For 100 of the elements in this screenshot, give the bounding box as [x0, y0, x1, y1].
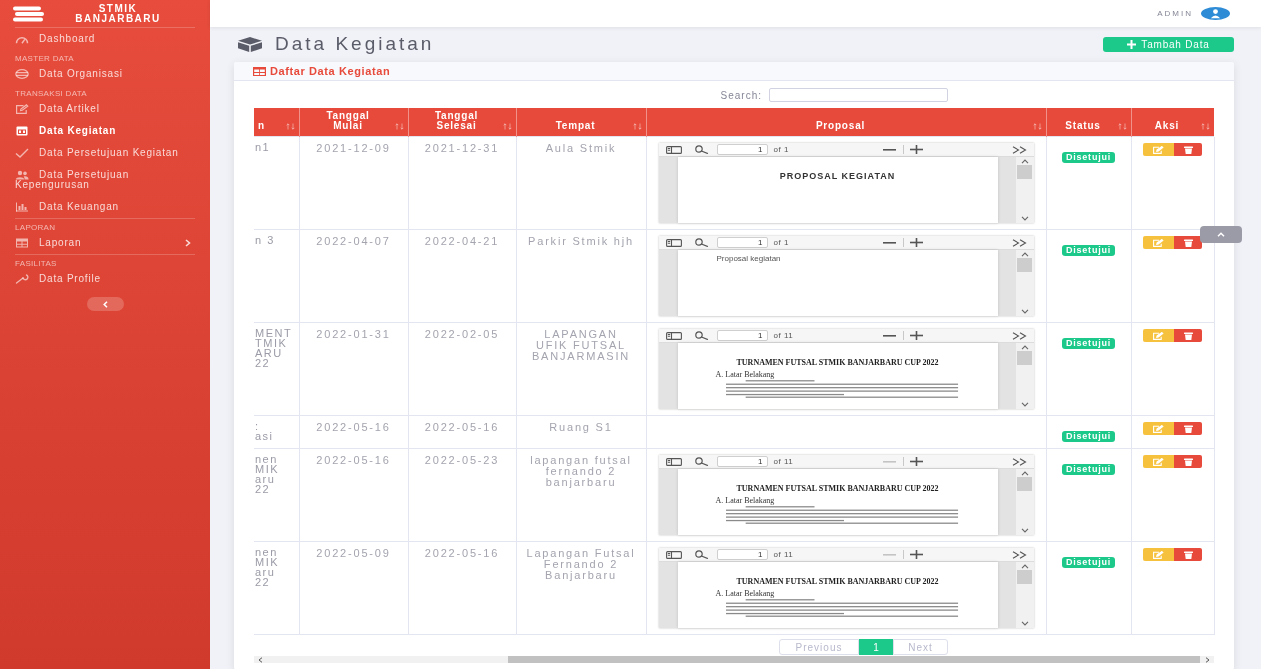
check-icon: [15, 148, 29, 158]
search-icon[interactable]: [693, 238, 709, 247]
search-icon[interactable]: [693, 550, 709, 559]
table-icon: [15, 238, 29, 248]
table-cell: Aula Stmik: [516, 136, 646, 230]
sidebar-item[interactable]: Data Organisasi: [15, 63, 195, 85]
trash-icon: [1183, 145, 1193, 154]
edit-icon: [1153, 550, 1164, 559]
section-heading: LAPORAN: [15, 222, 57, 232]
delete-button[interactable]: [1174, 548, 1202, 561]
scrollbar-thumb[interactable]: [1017, 477, 1032, 491]
sidebar-toggle-button[interactable]: [86, 297, 124, 311]
plus-icon[interactable]: [909, 145, 923, 154]
table-cell: n1: [254, 136, 299, 230]
table-cell: Lapangan Futsal Fernando 2 Banjarbaru: [516, 541, 646, 635]
chevron-up-icon[interactable]: [1020, 345, 1029, 350]
chevron-down-icon[interactable]: [1020, 309, 1029, 314]
table-cell: Ruang S1: [516, 415, 646, 449]
document-heading: TURNAMEN FUTSAL STMIK BANJARBARU CUP 2022: [735, 357, 940, 367]
sidebar-item[interactable]: Data Persetujuan Kepengurusan: [15, 164, 195, 196]
column-header[interactable]: Proposal: [646, 108, 1046, 137]
table-cell: 2022-05-16: [408, 541, 516, 635]
double-chevron-icon[interactable]: [1011, 331, 1027, 340]
avatar-icon[interactable]: [1201, 7, 1230, 20]
page-count: of 11: [773, 548, 794, 561]
page-number-field[interactable]: 1: [716, 330, 768, 341]
plus-icon[interactable]: [909, 457, 923, 466]
column-header[interactable]: Tanggal Selesai: [408, 108, 516, 137]
sidebar-item[interactable]: Data Artikel: [15, 98, 195, 120]
delete-button[interactable]: [1174, 422, 1202, 435]
page-button[interactable]: 1: [859, 639, 893, 655]
chevron-down-icon[interactable]: [1020, 621, 1029, 626]
scrollbar-thumb[interactable]: [1017, 570, 1032, 584]
table-cell: 2022-05-23: [408, 448, 516, 542]
sidebar-icon[interactable]: [665, 331, 682, 340]
plus-icon[interactable]: [909, 331, 923, 340]
sidebar-item[interactable]: Data Persetujuan Kegiatan: [15, 142, 195, 164]
box-icon: [237, 36, 263, 52]
sidebar-item[interactable]: Data Kegiatan: [15, 120, 195, 142]
page-number-field[interactable]: 1: [716, 237, 768, 248]
delete-button[interactable]: [1174, 143, 1202, 156]
status-badge: Disetujui: [1061, 245, 1116, 256]
scrollbar-thumb[interactable]: [1017, 165, 1032, 179]
delete-button[interactable]: [1174, 455, 1202, 468]
delete-button[interactable]: [1174, 329, 1202, 342]
chevron-down-icon[interactable]: [1020, 528, 1029, 533]
status-badge: Disetujui: [1061, 152, 1116, 163]
delete-button[interactable]: [1174, 236, 1202, 249]
minus-icon[interactable]: [882, 334, 896, 337]
chevron-up-icon[interactable]: [1020, 471, 1029, 476]
column-header[interactable]: Tanggal Mulai: [299, 108, 408, 137]
double-chevron-icon[interactable]: [1011, 238, 1027, 247]
search-icon[interactable]: [693, 145, 709, 154]
sidebar-icon[interactable]: [665, 457, 682, 466]
table-cell: lapangan futsal fernando 2 banjarbaru: [516, 448, 646, 542]
page-title: Data Kegiatan: [275, 33, 435, 55]
horizontal-scrollbar[interactable]: [254, 656, 1214, 663]
minus-icon[interactable]: [882, 241, 896, 244]
page-count: of 11: [773, 329, 794, 342]
chevron-down-icon[interactable]: [1020, 216, 1029, 221]
edit-icon: [1153, 424, 1164, 433]
chevron-left-icon[interactable]: [258, 656, 263, 663]
scrollbar-thumb[interactable]: [1017, 351, 1032, 365]
search-icon[interactable]: [693, 457, 709, 466]
sidebar-item[interactable]: Dashboard: [15, 28, 195, 50]
chevron-up-icon[interactable]: [1020, 159, 1029, 164]
calendar-icon: [15, 126, 29, 136]
plus-icon[interactable]: [909, 238, 923, 247]
sidebar-item[interactable]: Data Profile: [15, 268, 195, 290]
minus-icon[interactable]: [882, 148, 896, 151]
column-header[interactable]: Aksi: [1131, 108, 1214, 137]
column-header[interactable]: n: [254, 108, 299, 137]
chevron-up-icon[interactable]: [1020, 564, 1029, 569]
page-count: of 1: [773, 236, 789, 249]
column-header[interactable]: Status: [1046, 108, 1131, 137]
sidebar-icon[interactable]: [665, 238, 682, 247]
add-data-button[interactable]: Tambah Data: [1103, 36, 1234, 52]
double-chevron-icon[interactable]: [1011, 550, 1027, 559]
edit-icon: [1153, 457, 1164, 466]
double-chevron-icon[interactable]: [1011, 145, 1027, 154]
sidebar-icon[interactable]: [665, 550, 682, 559]
search-icon[interactable]: [693, 331, 709, 340]
scrollbar-thumb[interactable]: [1017, 258, 1032, 272]
table-cell: 2022-04-07: [299, 229, 408, 323]
search-field[interactable]: [769, 88, 948, 102]
chevron-down-icon[interactable]: [1020, 402, 1029, 407]
page-number-field[interactable]: 1: [716, 549, 768, 560]
double-chevron-icon[interactable]: [1011, 457, 1027, 466]
sidebar-item[interactable]: Laporan: [15, 232, 195, 254]
page-number-field[interactable]: 1: [716, 456, 768, 467]
chevron-up-icon[interactable]: [1020, 252, 1029, 257]
page-number-field[interactable]: 1: [716, 144, 768, 155]
page-count: of 1: [773, 143, 789, 156]
scrollbar-thumb[interactable]: [508, 656, 1200, 663]
sidebar-icon[interactable]: [665, 145, 682, 154]
table-cell: MENT TMIK ARU 22: [254, 322, 299, 416]
sidebar-item[interactable]: Data Keuangan: [15, 196, 195, 218]
column-header[interactable]: Tempat: [516, 108, 646, 137]
plus-icon[interactable]: [909, 550, 923, 559]
chevron-right-icon[interactable]: [1205, 656, 1210, 663]
